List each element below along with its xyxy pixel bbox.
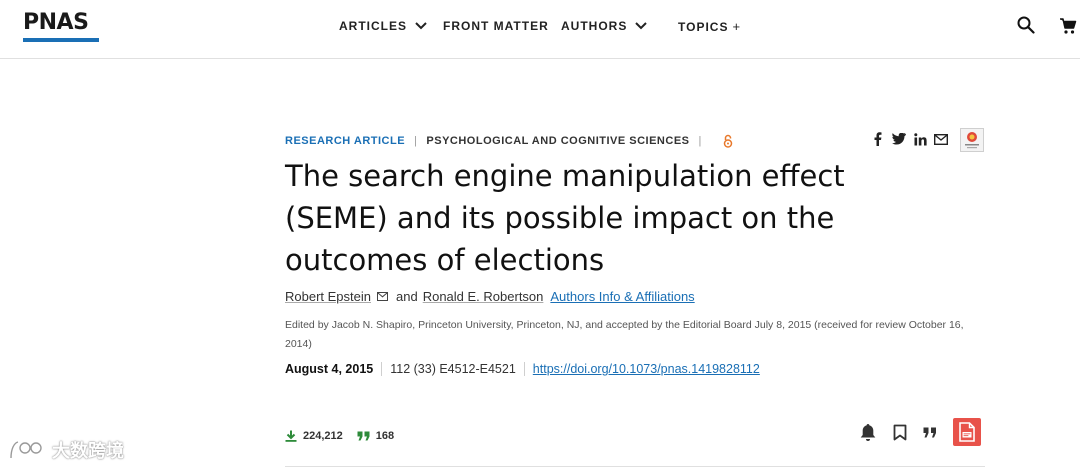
article-actions — [858, 418, 981, 446]
publication-date: August 4, 2015 — [285, 362, 383, 376]
download-count: 224,212 — [303, 430, 343, 442]
logo-underline — [23, 38, 99, 42]
bell-icon[interactable] — [858, 418, 878, 446]
linkedin-icon[interactable] — [913, 131, 927, 147]
nav-articles[interactable]: ARTICLES — [339, 19, 427, 33]
share-bar — [871, 131, 948, 147]
nav-topics[interactable]: TOPICS + — [678, 19, 741, 34]
author-email-icon[interactable] — [377, 292, 388, 301]
nav-topics-label: TOPICS — [678, 19, 729, 34]
affiliations-link[interactable]: Authors Info & Affiliations — [550, 289, 694, 304]
citation-count: 168 — [375, 430, 395, 442]
nav-authors[interactable]: AUTHORS — [561, 19, 648, 33]
meta-separator: | — [698, 135, 702, 147]
author-link[interactable]: Ronald E. Robertson — [423, 289, 544, 304]
facebook-icon[interactable] — [871, 131, 885, 147]
crossmark-badge[interactable] — [960, 128, 984, 152]
plus-icon: + — [732, 19, 742, 34]
article-title: The search engine manipulation effect (S… — [285, 159, 845, 277]
pdf-icon[interactable] — [953, 418, 981, 446]
citation-quote-icon — [357, 431, 370, 441]
cart-icon[interactable] — [1059, 17, 1077, 40]
chevron-down-icon — [635, 22, 648, 30]
divider — [285, 466, 985, 467]
watermark-logo-icon — [10, 441, 42, 459]
watermark: 大数跨境 — [8, 437, 124, 463]
article-type[interactable]: RESEARCH ARTICLE — [285, 135, 405, 147]
nav-front-matter-label: FRONT MATTER — [443, 19, 549, 33]
article-category[interactable]: PSYCHOLOGICAL AND COGNITIVE SCIENCES — [426, 135, 689, 147]
article-meta: RESEARCH ARTICLE | PSYCHOLOGICAL AND COG… — [285, 133, 733, 149]
nav-authors-label: AUTHORS — [561, 19, 628, 33]
twitter-icon[interactable] — [892, 131, 906, 147]
publication-info: August 4, 2015 112 (33) E4512-E4521 http… — [285, 362, 760, 376]
journal-citation: 112 (33) E4512-E4521 — [382, 362, 525, 376]
open-access-icon — [723, 134, 733, 148]
site-header: PNAS ARTICLES FRONT MATTER AUTHORS TOPIC… — [0, 0, 1080, 59]
nav-articles-label: ARTICLES — [339, 19, 407, 33]
chevron-down-icon — [415, 22, 427, 30]
email-icon[interactable] — [934, 131, 948, 147]
author-conjunction: and — [396, 289, 418, 304]
editorial-note: Edited by Jacob N. Shapiro, Princeton Un… — [285, 319, 964, 350]
cite-icon[interactable] — [920, 418, 940, 446]
logo-text: PNAS — [23, 10, 89, 35]
doi-link[interactable]: https://doi.org/10.1073/pnas.1419828112 — [525, 362, 760, 376]
nav-front-matter[interactable]: FRONT MATTER — [443, 19, 549, 33]
author-link[interactable]: Robert Epstein — [285, 289, 371, 304]
pnas-logo[interactable]: PNAS — [23, 11, 101, 42]
author-list: Robert Epstein and Ronald E. Robertson A… — [285, 289, 695, 304]
watermark-text: 大数跨境 — [52, 441, 124, 461]
meta-separator: | — [414, 135, 418, 147]
search-icon[interactable] — [1017, 16, 1035, 39]
article-metrics: 224,212 168 — [285, 430, 408, 442]
download-icon — [285, 430, 297, 442]
bookmark-icon[interactable] — [890, 418, 910, 446]
